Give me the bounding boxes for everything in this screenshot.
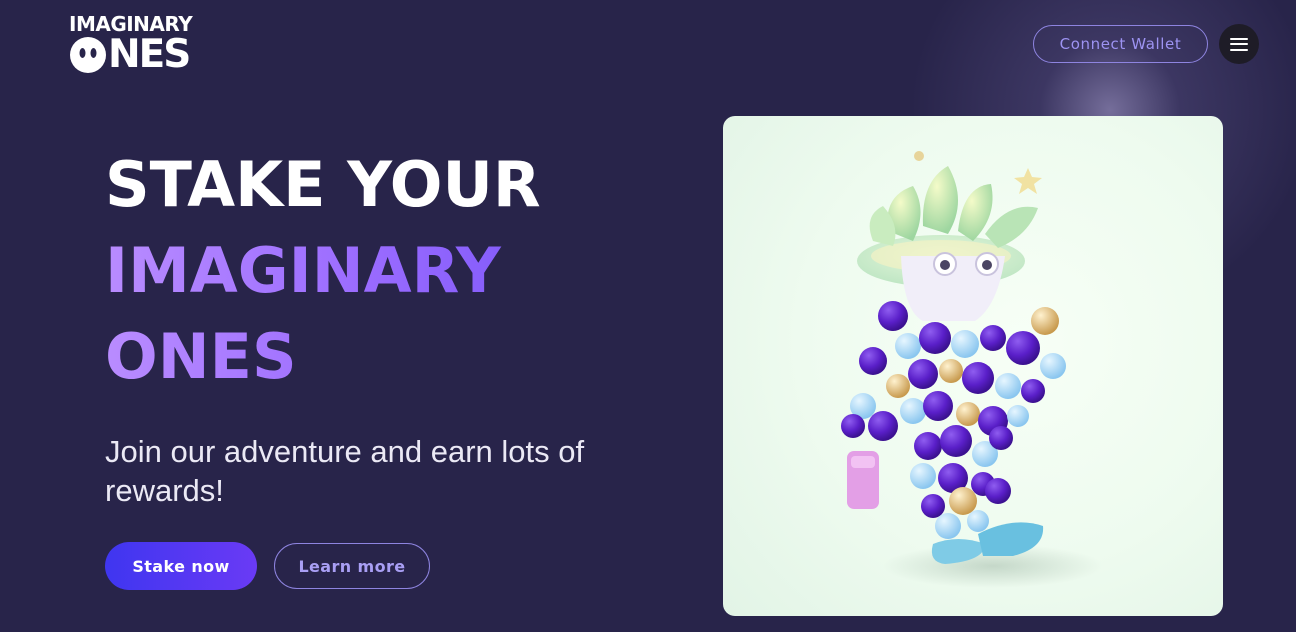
character-image-card bbox=[723, 116, 1223, 616]
learn-more-button[interactable]: Learn more bbox=[274, 543, 430, 589]
brand-logo[interactable]: IMAGINARY NES bbox=[69, 13, 219, 77]
menu-button[interactable] bbox=[1219, 24, 1259, 64]
connect-wallet-button[interactable]: Connect Wallet bbox=[1033, 25, 1208, 63]
logo-wordmark-bottom: NES bbox=[69, 32, 191, 77]
character-art-icon bbox=[841, 151, 1103, 588]
hero-title-line3: ONES bbox=[105, 314, 685, 400]
stake-now-button[interactable]: Stake now bbox=[105, 542, 257, 590]
logo-face-icon bbox=[70, 37, 106, 73]
hero-subtitle: Join our adventure and earn lots of rewa… bbox=[105, 434, 585, 508]
hero-title-line1: STAKE YOUR bbox=[105, 148, 541, 221]
hamburger-icon bbox=[1230, 37, 1248, 51]
staking-landing-page: IMAGINARY NES Connect Wallet STAKE YOUR … bbox=[0, 0, 1296, 632]
hero-title: STAKE YOUR IMAGINARY ONES bbox=[105, 142, 685, 400]
hero-title-line2: IMAGINARY bbox=[105, 228, 685, 314]
logo-wordmark-rest: NES bbox=[108, 32, 191, 77]
